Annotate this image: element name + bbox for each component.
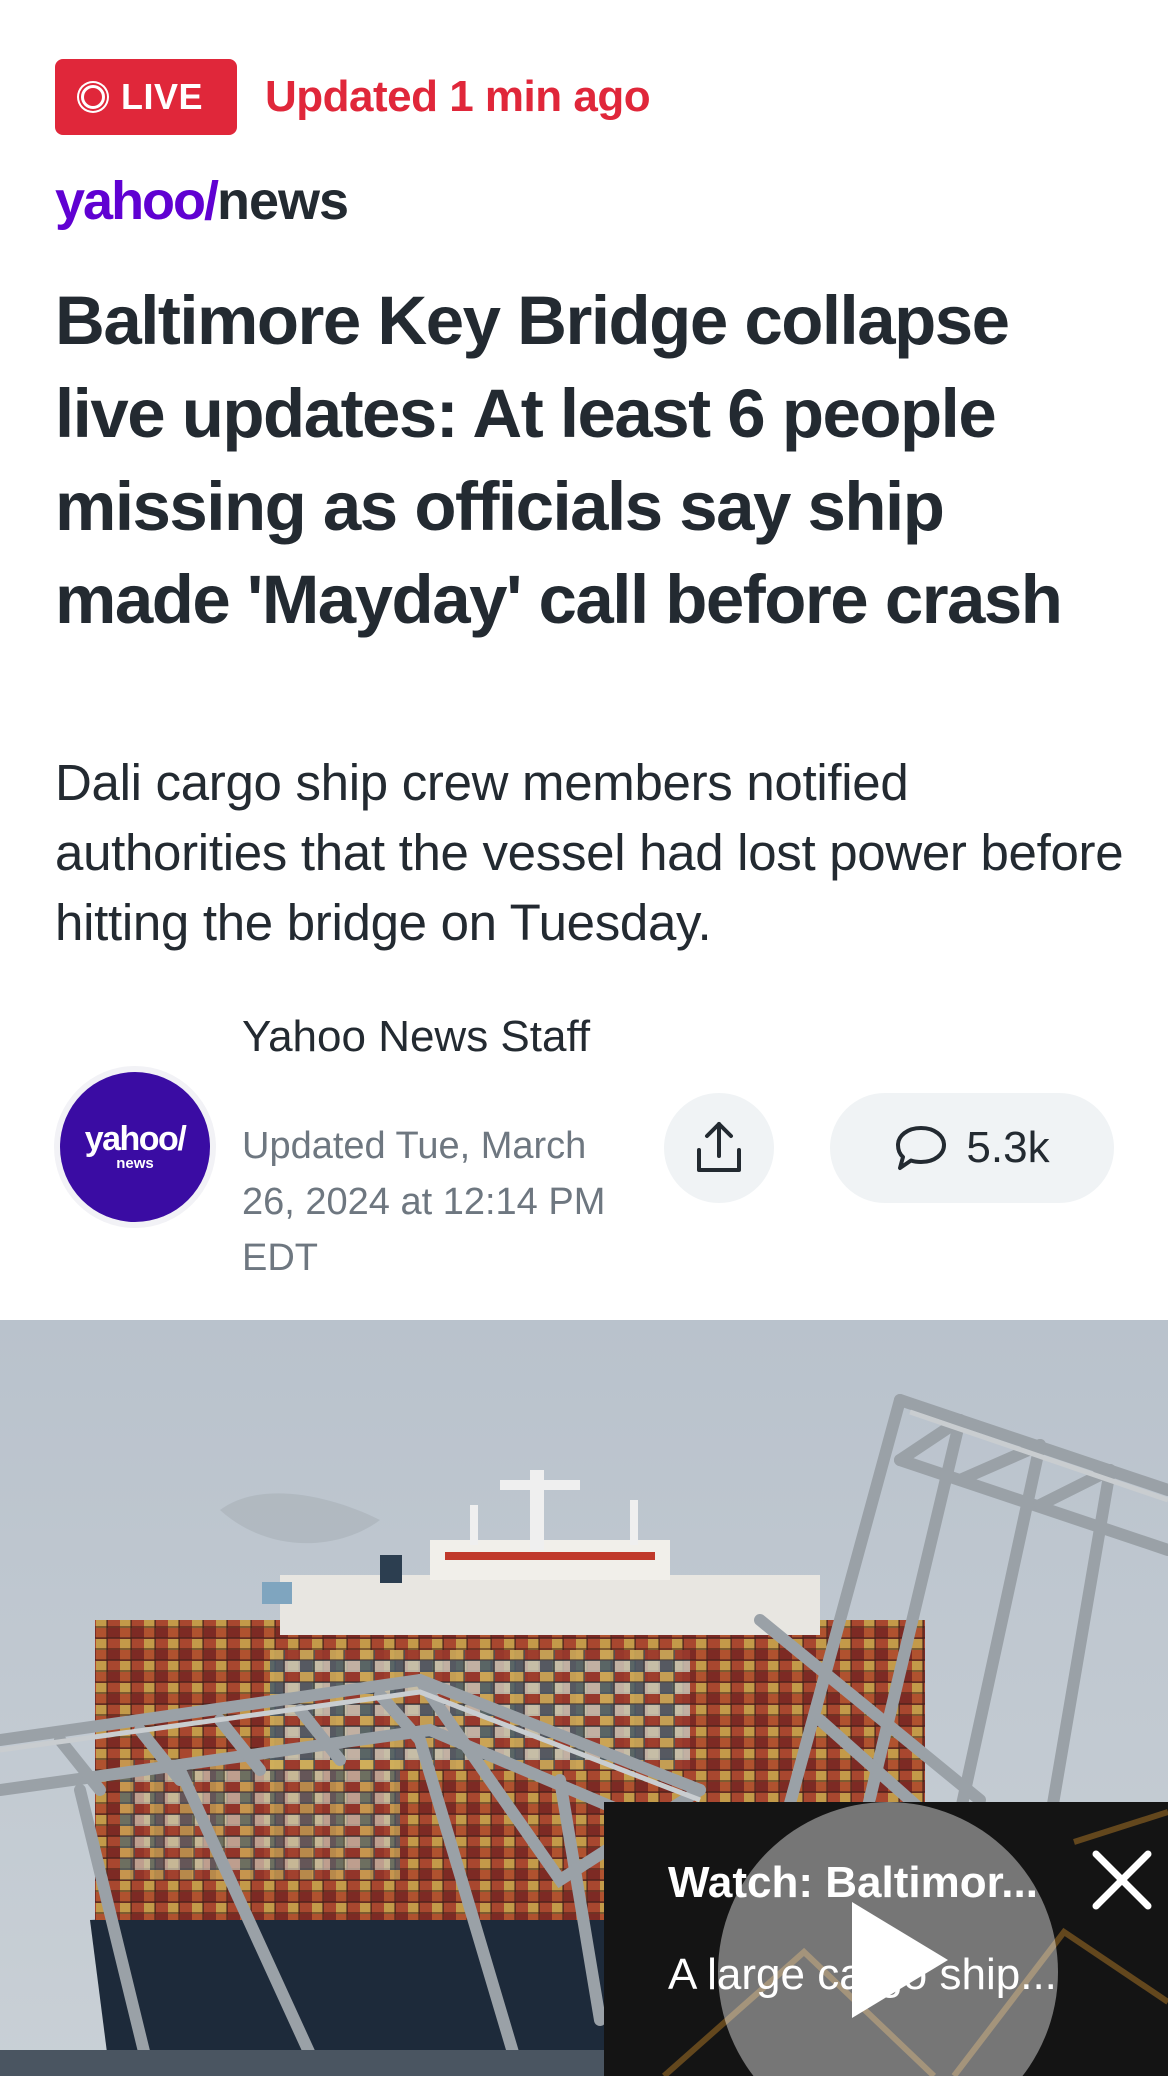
article-headline: Baltimore Key Bridge collapse live updat… <box>55 282 1063 638</box>
publish-date: Updated Tue, March 26, 2024 at 12:14 PM … <box>242 1125 606 1279</box>
live-label: LIVE <box>121 76 204 117</box>
close-icon[interactable] <box>1084 1842 1160 1918</box>
video-description: A large cargo ship... <box>668 1950 1057 1999</box>
live-dot-icon <box>77 81 109 113</box>
yahoo-news-logo[interactable]: yahoo/ news <box>55 170 349 234</box>
comment-icon <box>896 1126 947 1170</box>
comments-button[interactable]: 5.3k <box>830 1093 1114 1203</box>
author-avatar[interactable]: yahoo/ news <box>60 1072 210 1222</box>
live-badge: LIVE <box>55 59 237 135</box>
article-subheadline: Dali cargo ship crew members notified au… <box>55 754 1124 951</box>
avatar-yahoo-text: yahoo/ <box>84 1120 187 1158</box>
logo-news-text: news <box>217 171 349 231</box>
video-title: Watch: Baltimor... <box>668 1858 1038 1907</box>
author-name[interactable]: Yahoo News Staff <box>242 1008 602 1065</box>
avatar-news-text: news <box>116 1155 154 1172</box>
article-page: LIVE Updated 1 min ago yahoo/ news Balti… <box>0 0 1168 2076</box>
logo-yahoo-text: yahoo/ <box>55 171 219 231</box>
video-player[interactable]: Watch: Baltimor... A large cargo ship... <box>604 1802 1168 2076</box>
updated-timestamp: Updated 1 min ago <box>265 72 651 121</box>
comment-count: 5.3k <box>966 1123 1050 1172</box>
live-status-row: LIVE Updated 1 min ago <box>55 59 651 135</box>
share-icon <box>697 1122 741 1172</box>
share-button[interactable] <box>664 1093 774 1203</box>
